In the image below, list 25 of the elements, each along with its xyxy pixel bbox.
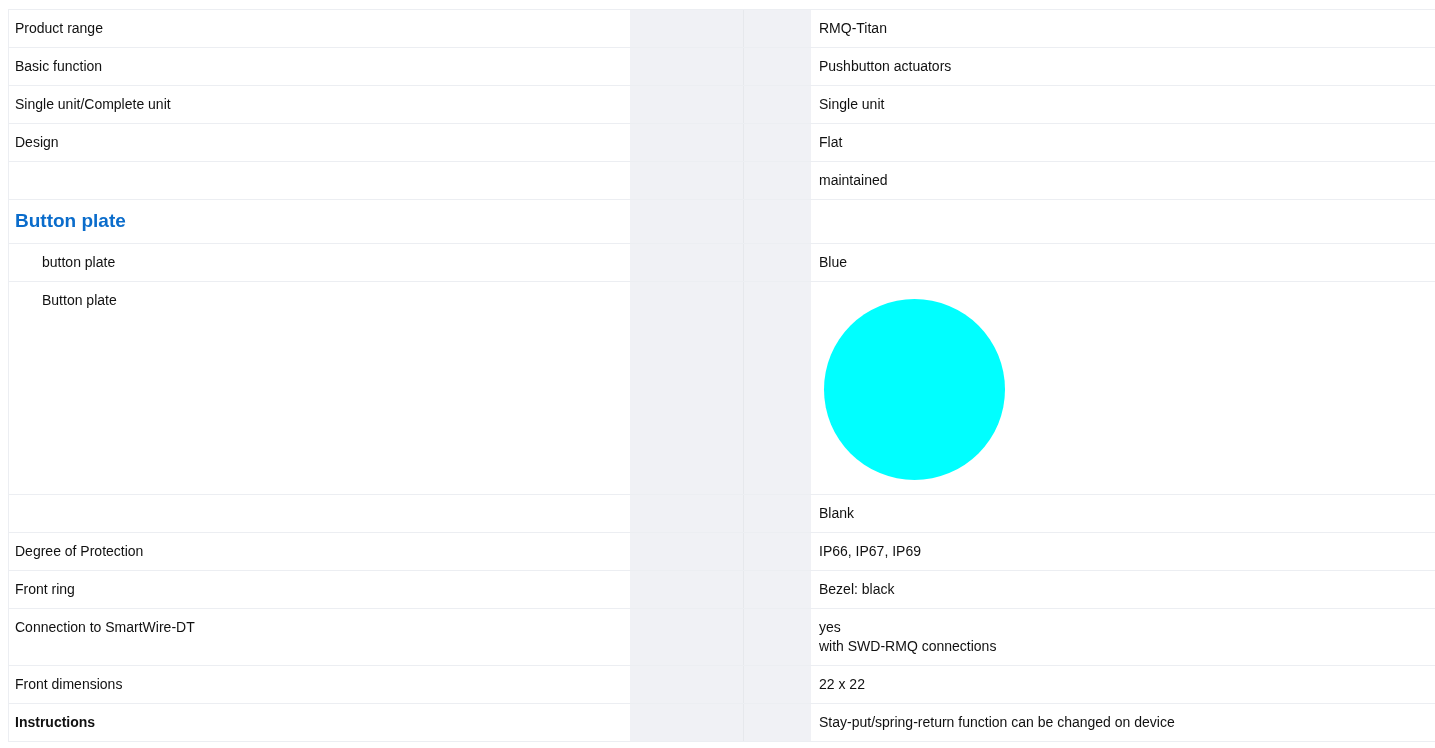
property-label: Design: [15, 134, 59, 150]
property-label: Degree of Protection: [15, 543, 144, 559]
property-label: Button plate: [42, 292, 117, 308]
property-value: Blank: [819, 504, 856, 523]
property-label: Instructions: [15, 714, 96, 730]
property-label: Basic function: [15, 58, 103, 74]
property-value: yes: [819, 618, 842, 637]
property-value: 22 x 22: [819, 675, 866, 694]
property-value: Stay-put/spring-return function can be changed on device: [819, 713, 1176, 732]
property-value: RMQ-Titan: [819, 19, 888, 38]
property-value: Pushbutton actuators: [819, 57, 953, 76]
property-value: Bezel: black: [819, 580, 896, 599]
property-value: Single unit: [819, 95, 886, 114]
section-heading: Button plate: [15, 209, 126, 234]
property-label: Front ring: [15, 581, 75, 597]
property-label: button plate: [42, 254, 116, 270]
property-label: Single unit/Complete unit: [15, 96, 171, 112]
property-label: Connection to SmartWire-DT: [15, 619, 195, 635]
property-label: Front dimensions: [15, 676, 123, 692]
property-value: with SWD-RMQ connections: [819, 637, 998, 656]
property-label: Product range: [15, 20, 103, 36]
property-value: Blue: [819, 253, 849, 272]
property-value: Flat: [819, 133, 844, 152]
property-value: maintained: [819, 171, 889, 190]
property-value: IP66, IP67, IP69: [819, 542, 922, 561]
